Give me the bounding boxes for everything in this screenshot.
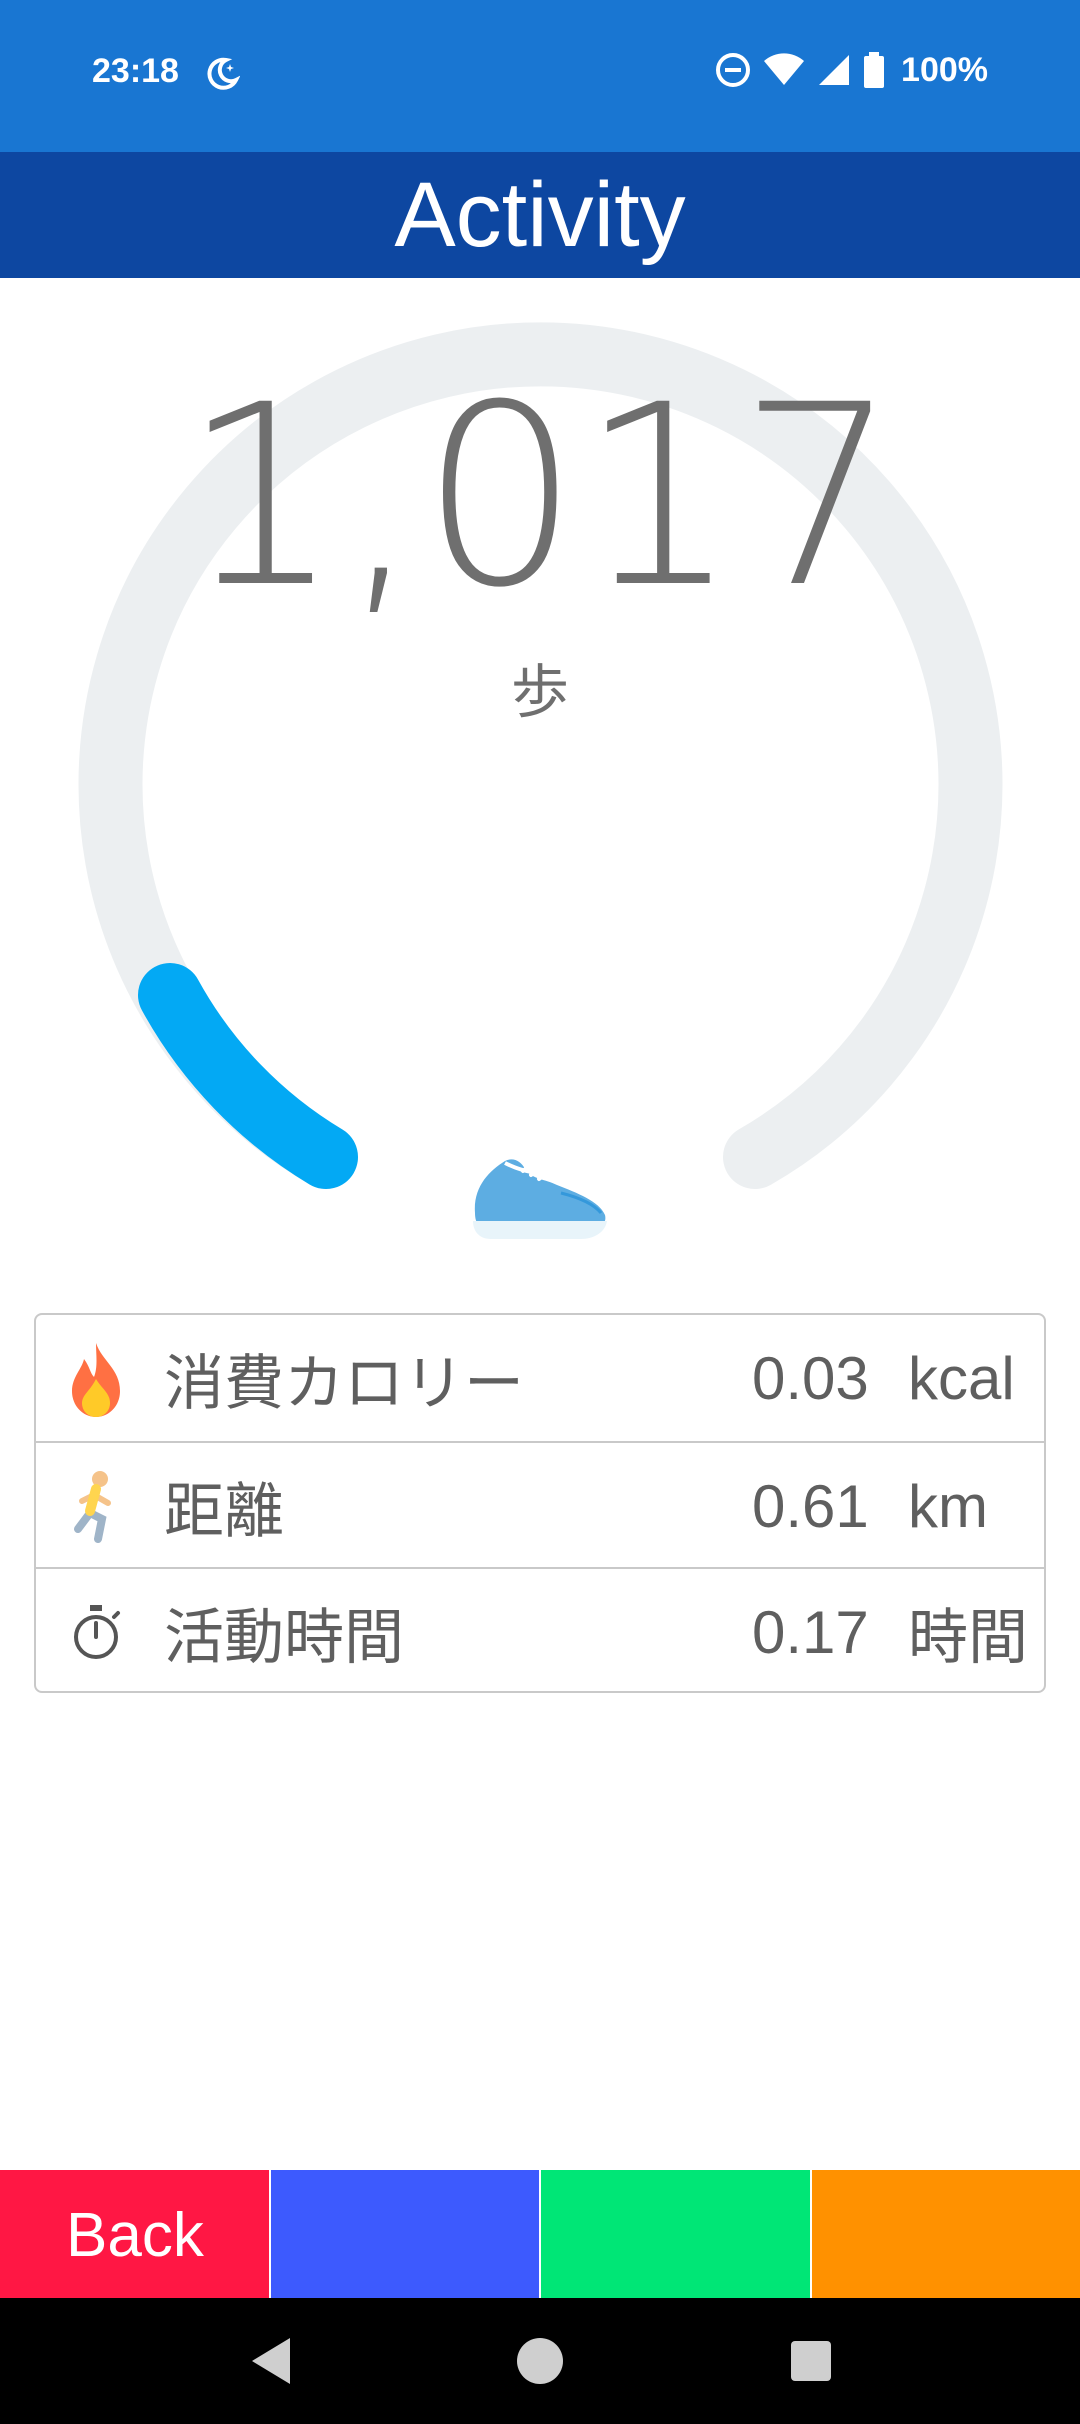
green-button[interactable]	[541, 2170, 810, 2298]
steps-unit: 歩	[510, 660, 569, 725]
battery-icon	[864, 52, 885, 88]
page-title: Activity	[394, 163, 686, 266]
stat-row-distance: 距離 0.61 km	[36, 1441, 1044, 1569]
bottom-button-bar: Back	[0, 2170, 1080, 2298]
signal-icon	[819, 55, 850, 85]
blue-button[interactable]	[270, 2170, 539, 2298]
stat-label: 距離	[164, 1477, 284, 1545]
activity-stats-table: 消費カロリー 0.03 kcal 距離 0.61 km 活動時間 0.17 時間	[34, 1313, 1046, 1693]
dnd-icon	[716, 53, 751, 87]
status-bar: 23:18 100%	[0, 0, 1080, 152]
stat-unit: kcal	[908, 1344, 1015, 1412]
system-nav-bar	[0, 2298, 1080, 2424]
back-icon[interactable]	[246, 2334, 296, 2388]
stat-unit: 時間	[908, 1603, 1028, 1671]
recents-icon[interactable]	[788, 2334, 834, 2388]
app-bar: Activity	[0, 152, 1080, 278]
stat-row-calories: 消費カロリー 0.03 kcal	[36, 1315, 1044, 1441]
stat-label: 活動時間	[164, 1603, 404, 1671]
back-button[interactable]: Back	[0, 2170, 269, 2298]
stat-label: 消費カロリー	[164, 1349, 524, 1417]
home-icon[interactable]	[514, 2334, 566, 2388]
steps-count: 1,017	[182, 351, 898, 642]
battery-percent: 100%	[901, 50, 988, 89]
orange-button[interactable]	[811, 2170, 1080, 2298]
fire-icon	[72, 1343, 120, 1417]
stat-value: 0.03	[752, 1344, 869, 1412]
back-button-label: Back	[66, 2201, 204, 2270]
stat-row-active-time: 活動時間 0.17 時間	[36, 1567, 1044, 1695]
stat-value: 0.61	[752, 1472, 869, 1540]
status-icons: 100%	[715, 50, 988, 90]
moon-icon	[207, 57, 240, 90]
stat-unit: km	[908, 1472, 988, 1540]
status-time: 23:18	[92, 52, 179, 90]
runner-icon	[74, 1471, 111, 1543]
shoe-icon	[473, 1159, 607, 1239]
stopwatch-icon	[74, 1605, 120, 1659]
gauge-progress	[138, 963, 358, 1189]
wifi-icon	[764, 53, 805, 85]
stat-value: 0.17	[752, 1598, 869, 1666]
